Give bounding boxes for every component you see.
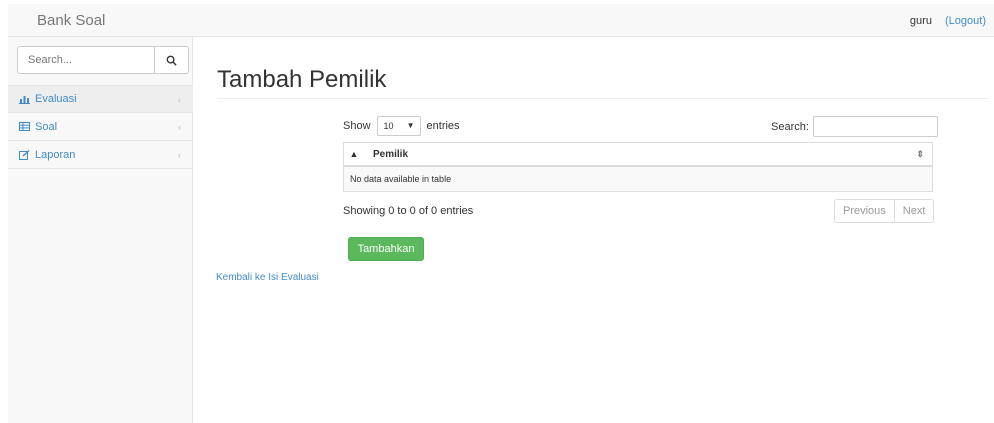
table-search-label: Search: [771, 120, 809, 133]
entries-select-value: 10 [383, 121, 394, 131]
chevron-left-icon: ‹ [178, 95, 181, 105]
empty-table-message: No data available in table [350, 174, 452, 184]
page-title: Tambah Pemilik [217, 66, 387, 93]
sidebar-search-button[interactable] [154, 47, 188, 73]
logout-link[interactable]: (Logout) [945, 15, 986, 27]
bar-chart-icon [18, 94, 31, 105]
sidebar-item-laporan[interactable]: Laporan ‹ [8, 141, 193, 169]
table-info: Showing 0 to 0 of 0 entries [343, 205, 474, 217]
sidebar-item-label: Evaluasi [35, 93, 77, 105]
previous-button[interactable]: Previous [835, 200, 894, 222]
chevron-left-icon: ‹ [178, 150, 181, 160]
tambahkan-button[interactable]: Tambahkan [348, 237, 424, 261]
sidebar: Evaluasi ‹ Soal ‹ [8, 37, 193, 423]
user-nav: guru (Logout) [910, 15, 986, 27]
back-link[interactable]: Kembali ke Isi Evaluasi [216, 272, 319, 283]
sidebar-item-soal[interactable]: Soal ‹ [8, 113, 193, 141]
entries-label: entries [426, 120, 460, 132]
sidebar-item-label: Soal [35, 120, 58, 133]
sidebar-search [17, 46, 189, 74]
search-icon [166, 55, 177, 66]
table-search: Search: [771, 116, 938, 137]
chevron-left-icon: ‹ [178, 122, 181, 132]
page: Bank Soal guru (Logout) Search... Evalua… [0, 0, 994, 423]
sidebar-item-label: Laporan [35, 148, 76, 161]
next-button[interactable]: Next [893, 200, 934, 222]
table-search-input[interactable] [812, 116, 938, 137]
title-divider [217, 98, 989, 99]
sidebar-menu: Evaluasi ‹ Soal ‹ Laporan ‹ [8, 85, 193, 169]
username: guru [909, 15, 932, 27]
sidebar-item-evaluasi[interactable]: Evaluasi ‹ [8, 85, 193, 113]
pemilik-table: ▲ Pemilik ⇕ No data available in table [343, 142, 933, 192]
sort-both-icon[interactable]: ⇕ [916, 149, 924, 160]
show-label: Show [343, 120, 371, 132]
top-navbar: Bank Soal guru (Logout) [8, 4, 994, 37]
entries-select[interactable]: 10 ▼ [376, 116, 421, 136]
table-icon [18, 121, 31, 132]
table-header-row: ▲ Pemilik ⇕ [344, 143, 932, 167]
sort-asc-icon[interactable]: ▲ [344, 149, 364, 159]
caret-down-icon: ▼ [406, 121, 415, 130]
pagination: Previous Next [834, 199, 935, 223]
column-header-pemilik[interactable]: Pemilik [364, 149, 408, 160]
edit-icon [18, 149, 31, 160]
sidebar-search-input[interactable] [18, 47, 154, 73]
brand-link[interactable]: Bank Soal [37, 12, 105, 29]
table-row: No data available in table [344, 167, 932, 191]
entries-length-control: Show 10 ▼ entries [343, 116, 460, 136]
